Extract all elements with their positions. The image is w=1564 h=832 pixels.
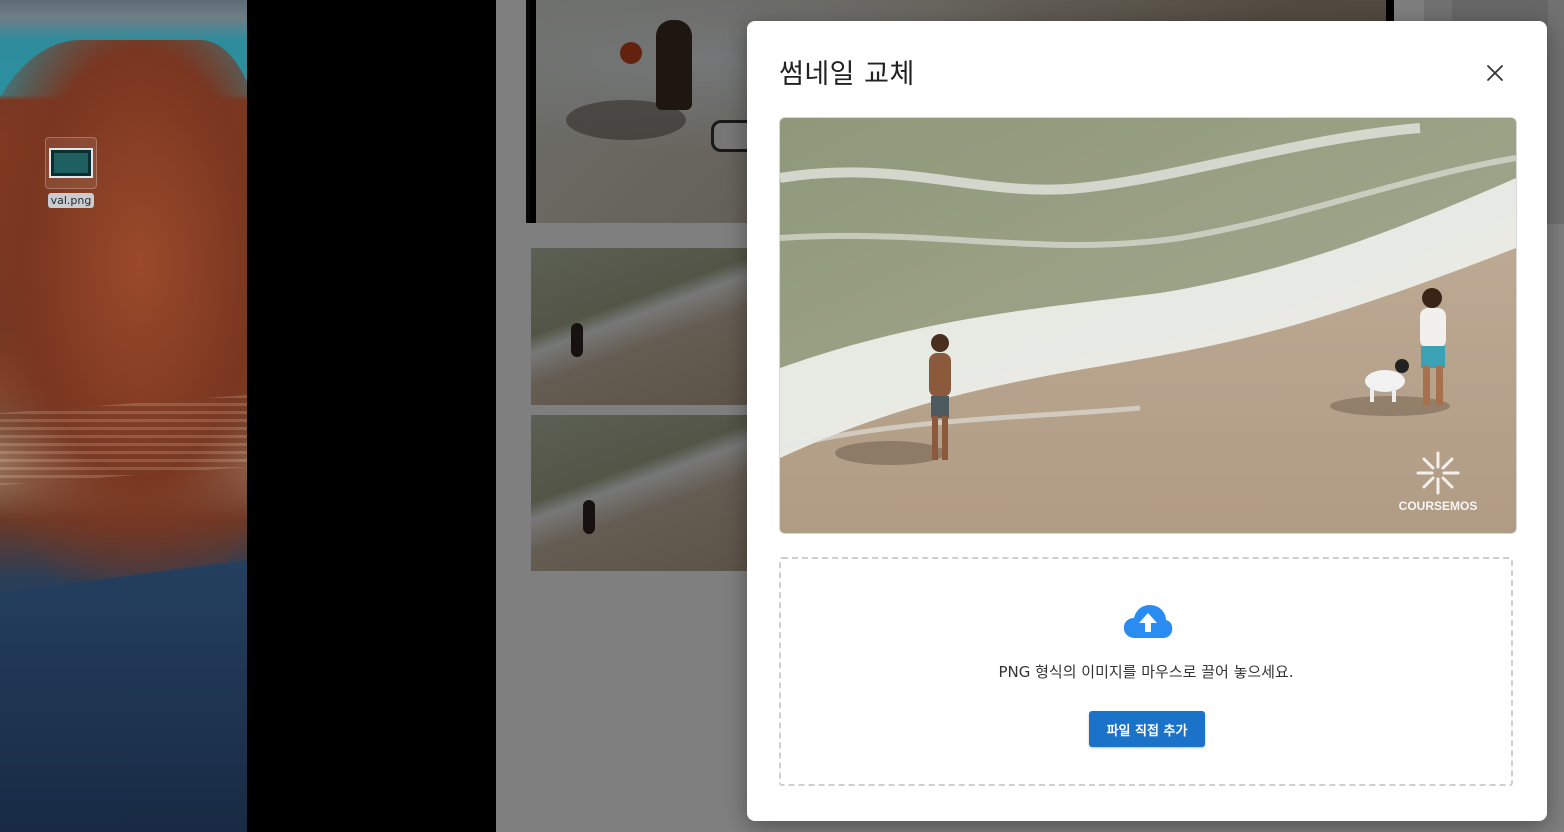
thumbnail-preview: COURSEMOS: [779, 117, 1517, 534]
modal-title: 썸네일 교체: [779, 59, 915, 90]
dropzone-instruction: PNG 형식의 이미지를 마우스로 끌어 놓으세요.: [998, 663, 1294, 681]
desktop-wallpaper: val.png: [0, 0, 247, 832]
desktop-file-label: val.png: [47, 193, 95, 208]
image-file-icon: [45, 137, 97, 189]
preview-watermark: COURSEMOS: [1399, 499, 1478, 513]
beach-preview-image: COURSEMOS: [780, 118, 1516, 533]
wallpaper-lake: [0, 560, 247, 832]
black-gap: [247, 0, 496, 832]
file-dropzone[interactable]: PNG 형식의 이미지를 마우스로 끌어 놓으세요. 파일 직접 추가: [779, 557, 1513, 786]
add-file-button[interactable]: 파일 직접 추가: [1089, 711, 1205, 747]
replace-thumbnail-modal: 썸네일 교체 COURSEMOS PNG 형식의 이미지를 마우스로 끌어 놓으…: [747, 21, 1547, 821]
close-button[interactable]: [1481, 59, 1509, 87]
desktop-file-icon[interactable]: val.png: [44, 137, 98, 208]
close-icon: [1487, 65, 1503, 81]
wallpaper-rock: [0, 40, 247, 600]
cloud-upload-icon: [1123, 605, 1173, 638]
